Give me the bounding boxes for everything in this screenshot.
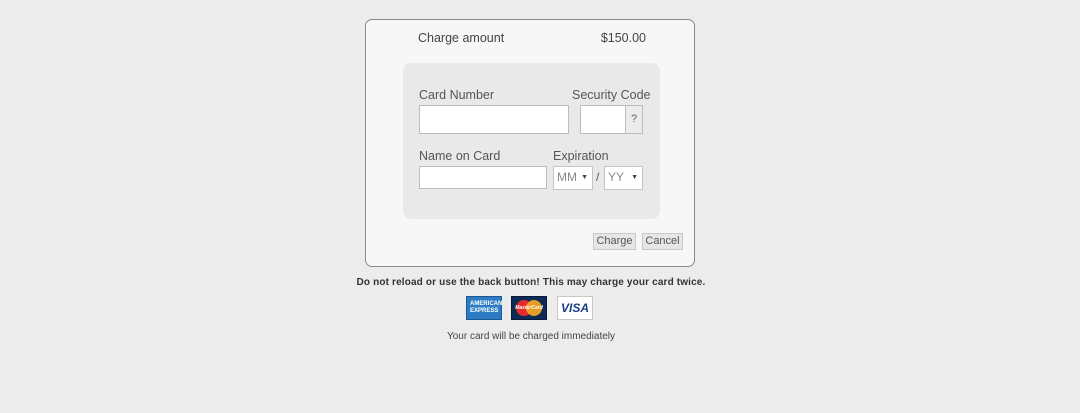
- expiration-month-select[interactable]: MM ▼: [553, 166, 593, 190]
- mastercard-icon: MasterCard: [511, 296, 547, 320]
- expiration-year-value: YY: [608, 170, 625, 184]
- card-number-label: Card Number: [419, 88, 495, 102]
- double-charge-warning: Do not reload or use the back button! Th…: [356, 277, 706, 288]
- chevron-down-icon: ▼: [581, 174, 588, 181]
- name-on-card-input[interactable]: [419, 166, 547, 189]
- visa-logo-text: VISA: [560, 301, 589, 315]
- amex-logo-line2: EXPRESS: [470, 308, 499, 314]
- expiration-year-select[interactable]: YY ▼: [604, 166, 643, 190]
- cancel-button[interactable]: Cancel: [642, 233, 683, 250]
- amex-logo-line1: AMERICAN: [470, 301, 503, 307]
- card-number-input[interactable]: [419, 105, 569, 134]
- expiration-label: Expiration: [553, 149, 609, 163]
- expiration-month-value: MM: [557, 170, 577, 184]
- card-details-form: Card Number Security Code ? Name on Card…: [403, 63, 660, 219]
- visa-icon: VISA: [557, 296, 593, 320]
- security-code-input[interactable]: [580, 105, 627, 134]
- charge-notice: Your card will be charged immediately: [446, 331, 616, 342]
- chevron-down-icon: ▼: [631, 174, 638, 181]
- security-code-help-button[interactable]: ?: [625, 105, 643, 134]
- charge-button[interactable]: Charge: [593, 233, 636, 250]
- payment-page: Charge amount $150.00 Card Number Securi…: [0, 0, 1080, 413]
- expiration-separator: /: [596, 170, 600, 184]
- charge-amount-value: $150.00: [600, 31, 646, 45]
- amex-icon: AMERICAN EXPRESS: [466, 296, 502, 320]
- name-on-card-label: Name on Card: [419, 149, 501, 163]
- charge-amount-label: Charge amount: [418, 31, 505, 45]
- security-code-label: Security Code: [572, 88, 651, 102]
- mastercard-logo-text: MasterCard: [515, 305, 543, 311]
- payment-panel: Charge amount $150.00 Card Number Securi…: [365, 19, 695, 267]
